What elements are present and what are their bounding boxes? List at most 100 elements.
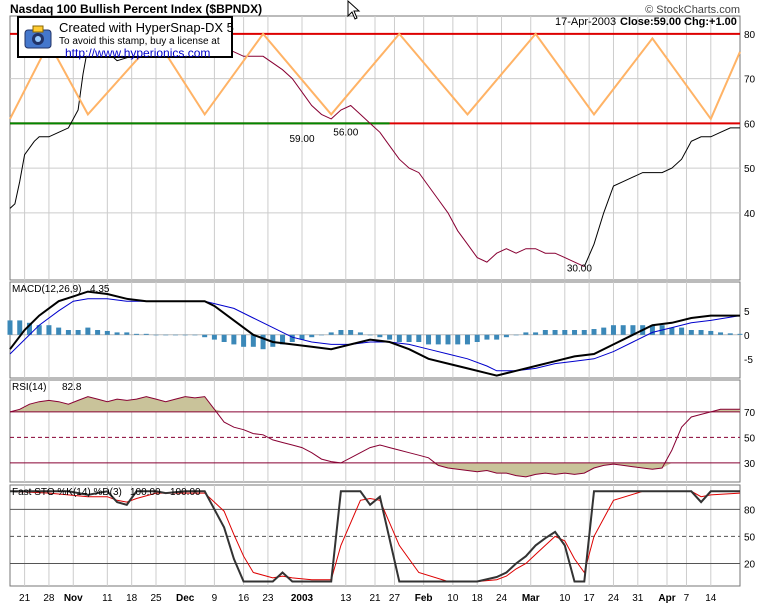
hypersnap-stamp: Created with HyperSnap-DX 5 To avoid thi… — [17, 16, 234, 60]
macd-hist-bar — [250, 334, 256, 347]
y-tick-p1-3: 50 — [744, 164, 756, 175]
y-tick-p4-1: 50 — [744, 532, 756, 543]
x-tick-14: Feb — [415, 593, 433, 604]
macd-hist-bar — [669, 327, 675, 335]
y-tick-p1-4: 40 — [744, 209, 756, 220]
x-tick-24: 7 — [684, 593, 690, 604]
macd-hist-bar — [406, 334, 412, 342]
macd-hist-bar — [221, 334, 227, 342]
x-tick-7: 9 — [212, 593, 218, 604]
x-tick-12: 21 — [369, 593, 381, 604]
macd-hist-bar — [601, 327, 607, 335]
x-tick-1: 28 — [43, 593, 55, 604]
macd-hist-bar — [163, 334, 169, 336]
macd-hist-bar — [523, 332, 529, 335]
stamp-link[interactable]: http://www.hyperionics.com — [65, 46, 210, 60]
rsi-value: 82.8 — [62, 382, 82, 393]
y-tick-p3-0: 70 — [744, 408, 756, 419]
macd-hist-bar — [241, 334, 247, 347]
macd-hist-bar — [396, 334, 402, 342]
macd-hist-bar — [104, 330, 110, 335]
macd-hist-bar — [679, 327, 685, 335]
macd-hist-bar — [338, 330, 344, 335]
macd-hist-bar — [484, 334, 490, 340]
macd-value: 4.35 — [90, 284, 110, 295]
macd-hist-bar — [416, 334, 422, 342]
macd-hist-bar — [124, 332, 130, 335]
x-tick-20: 17 — [584, 593, 596, 604]
macd-hist-bar — [75, 330, 81, 335]
macd-hist-bar — [533, 332, 539, 335]
x-tick-18: Mar — [522, 593, 540, 604]
macd-hist-bar — [309, 334, 315, 338]
x-tick-21: 24 — [608, 593, 620, 604]
x-tick-4: 18 — [126, 593, 138, 604]
x-tick-13: 27 — [389, 593, 401, 604]
macd-hist-bar — [328, 332, 334, 335]
x-tick-8: 16 — [238, 593, 250, 604]
macd-hist-bar — [513, 334, 519, 336]
x-tick-22: 31 — [632, 593, 644, 604]
macd-hist-bar — [202, 334, 208, 338]
macd-hist-bar — [737, 333, 743, 335]
stamp-line1: Created with HyperSnap-DX 5 — [59, 20, 234, 35]
x-tick-19: 10 — [559, 593, 571, 604]
x-tick-6: Dec — [176, 593, 195, 604]
chart-title: Nasdaq 100 Bullish Percent Index ($BPNDX… — [10, 2, 262, 16]
macd-hist-bar — [718, 332, 724, 335]
macd-hist-bar — [318, 334, 324, 336]
sto-d-value: 100.00 — [170, 487, 201, 498]
header-close: Close:59.00 — [620, 16, 681, 28]
header-date: 17-Apr-2003 — [555, 16, 616, 28]
y-tick-p1-1: 70 — [744, 75, 756, 86]
y-tick-p1-0: 80 — [744, 30, 756, 41]
macd-hist-bar — [542, 330, 548, 335]
macd-hist-bar — [445, 334, 451, 345]
x-tick-25: 14 — [705, 593, 717, 604]
y-tick-p3-1: 50 — [744, 433, 756, 444]
data-label-2: 30.00 — [567, 264, 592, 275]
y-tick-p4-0: 80 — [744, 505, 756, 516]
x-tick-5: 25 — [150, 593, 162, 604]
macd-hist-bar — [153, 334, 159, 336]
macd-hist-bar — [455, 334, 461, 345]
stockcharts-credit: © StockCharts.com — [645, 4, 740, 16]
x-tick-15: 10 — [447, 593, 459, 604]
macd-hist-bar — [357, 332, 363, 335]
macd-hist-bar — [426, 334, 432, 345]
macd-hist-bar — [182, 334, 188, 336]
stockcharts-figure: 807060504056.0059.0030.00Nasdaq 100 Bull… — [7, 2, 756, 604]
x-tick-10: 2003 — [291, 593, 314, 604]
macd-hist-bar — [134, 333, 140, 335]
macd-hist-bar — [114, 332, 120, 335]
macd-hist-bar — [620, 325, 626, 335]
y-tick-p2-2: -5 — [744, 355, 753, 366]
x-tick-0: 21 — [19, 593, 31, 604]
camera-icon — [24, 25, 52, 49]
data-label-1: 59.00 — [289, 134, 314, 145]
macd-hist-bar — [552, 330, 558, 335]
sto-label: Fast STO %K(14) %D(3) — [12, 487, 122, 498]
macd-hist-bar — [56, 327, 62, 335]
x-tick-23: Apr — [658, 593, 675, 604]
macd-hist-bar — [65, 330, 71, 335]
y-tick-p3-2: 30 — [744, 459, 756, 470]
macd-hist-bar — [377, 334, 383, 338]
x-tick-17: 24 — [496, 593, 508, 604]
macd-hist-bar — [503, 334, 509, 338]
macd-hist-bar — [464, 334, 470, 345]
macd-hist-bar — [698, 330, 704, 335]
macd-hist-bar — [348, 330, 354, 335]
sto-k-value: 100.00 — [130, 487, 161, 498]
macd-hist-bar — [95, 330, 101, 335]
macd-hist-bar — [367, 334, 373, 336]
macd-hist-bar — [387, 334, 393, 340]
macd-hist-bar — [143, 333, 149, 335]
macd-hist-bar — [562, 330, 568, 335]
macd-hist-bar — [192, 334, 198, 336]
macd-hist-bar — [727, 333, 733, 335]
macd-hist-bar — [610, 325, 616, 335]
macd-hist-bar — [494, 334, 500, 340]
macd-hist-bar — [591, 329, 597, 335]
macd-hist-bar — [211, 334, 217, 340]
